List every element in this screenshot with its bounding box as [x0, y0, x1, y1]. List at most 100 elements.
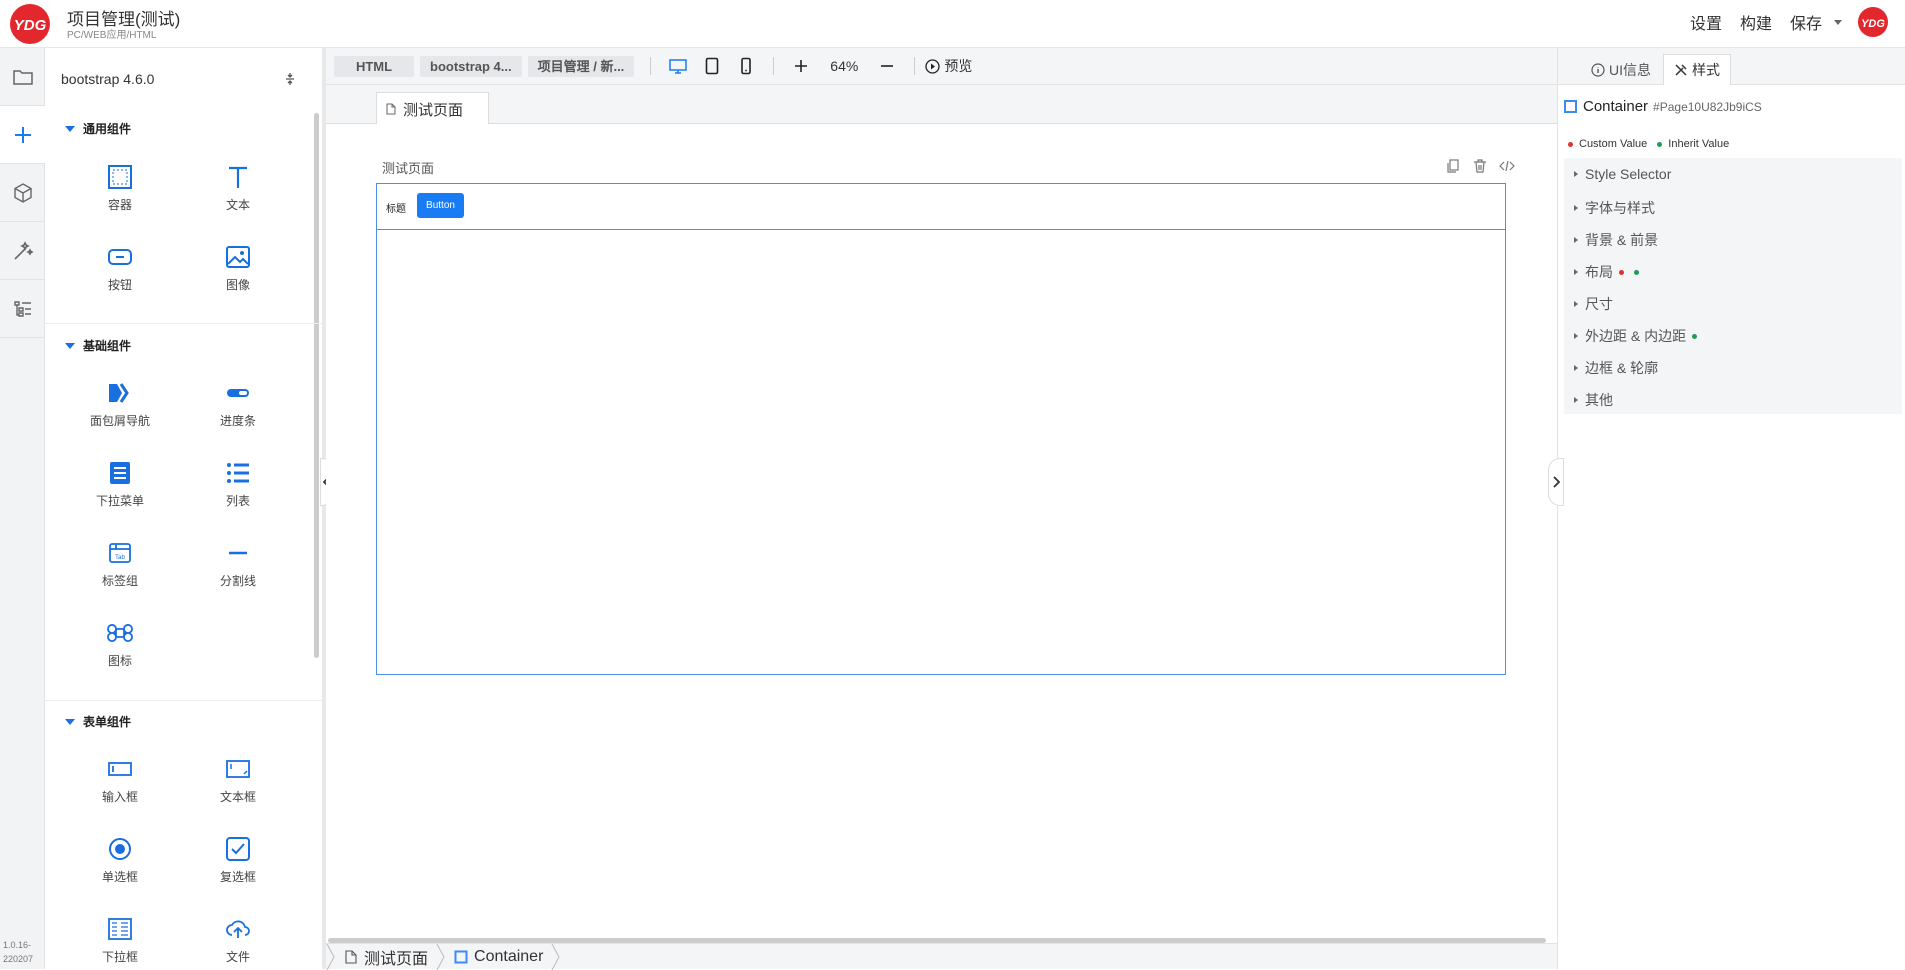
collapse-right-panel[interactable]	[1548, 458, 1564, 506]
component-file[interactable]: 文件	[183, 916, 293, 966]
path-element-label: Container	[474, 947, 544, 965]
preview-button[interactable]: 预览	[925, 56, 972, 76]
crumb-project[interactable]: 项目管理 / 新...	[527, 55, 635, 77]
section-spacing[interactable]: 外边距 & 内边距	[1574, 326, 1703, 346]
settings-button[interactable]: 设置	[1690, 10, 1722, 34]
mobile-view-button[interactable]	[736, 56, 756, 76]
section-background[interactable]: 背景 & 前景	[1574, 230, 1658, 250]
component-tabs[interactable]: Tab 标签组	[65, 540, 175, 590]
save-dropdown-caret-icon[interactable]	[1834, 19, 1842, 25]
section-font[interactable]: 字体与样式	[1574, 198, 1655, 218]
path-chevron-icon	[326, 943, 335, 970]
component-progress[interactable]: 进度条	[183, 380, 293, 430]
trash-icon[interactable]	[1472, 158, 1488, 174]
component-divider[interactable]: 分割线	[183, 540, 293, 590]
navbar-component[interactable]: 标题 Button	[377, 184, 1505, 230]
custom-value-dot	[1568, 141, 1573, 147]
group-form[interactable]: 表单组件	[65, 713, 131, 730]
crumb-framework[interactable]: bootstrap 4...	[420, 55, 522, 77]
rail-add-component[interactable]	[0, 106, 45, 164]
save-button[interactable]: 保存	[1790, 10, 1822, 34]
left-rail: 1.0.16- 220207	[0, 48, 45, 969]
navbar-button[interactable]: Button	[417, 193, 464, 218]
component-breadcrumb[interactable]: 面包屑导航	[65, 380, 175, 430]
version-line1: 1.0.16-	[3, 940, 32, 950]
group-title: 基础组件	[83, 339, 132, 353]
magic-wand-icon	[13, 240, 34, 260]
section-border[interactable]: 边框 & 轮廓	[1574, 358, 1658, 378]
custom-value-dot	[1619, 269, 1624, 275]
collapse-all-icon[interactable]	[281, 70, 299, 88]
component-image[interactable]: 图像	[183, 244, 293, 294]
value-legend: Custom Value Inherit Value	[1568, 138, 1729, 150]
copy-icon[interactable]	[1445, 158, 1461, 174]
section-style-selector[interactable]: Style Selector	[1574, 166, 1671, 182]
inspector-tabs: UI信息 样式	[1558, 48, 1905, 85]
checkbox-icon	[226, 837, 250, 861]
group-title: 表单组件	[83, 715, 132, 729]
component-label: 按钮	[107, 278, 132, 292]
component-list[interactable]: 列表	[183, 460, 293, 510]
section-layout[interactable]: 布局	[1574, 262, 1645, 282]
path-container[interactable]: Container	[446, 948, 551, 966]
component-text[interactable]: 文本	[183, 164, 293, 214]
input-icon	[108, 762, 132, 776]
style-sections: Style Selector 字体与样式 背景 & 前景 布局 尺寸 外边距 &…	[1564, 158, 1902, 414]
user-avatar[interactable]: YDG	[1858, 7, 1888, 37]
version-line2: 220207	[3, 954, 34, 964]
selected-container[interactable]: 标题 Button	[376, 183, 1506, 675]
component-container[interactable]: 容器	[65, 164, 175, 214]
tab-ui-info[interactable]: UI信息	[1581, 54, 1661, 85]
expand-arrow-icon	[1574, 333, 1578, 339]
expand-triangle-icon	[65, 125, 75, 132]
component-label: 下拉框	[101, 950, 138, 964]
code-icon[interactable]	[1499, 158, 1515, 174]
component-dropdown[interactable]: 下拉菜单	[65, 460, 175, 510]
rail-tools[interactable]	[0, 222, 45, 280]
file-icon	[386, 103, 396, 115]
navbar-title[interactable]: 标题	[386, 200, 406, 215]
section-label: 外边距 & 内边距	[1585, 328, 1687, 344]
plus-icon	[795, 60, 808, 72]
section-other[interactable]: 其他	[1574, 390, 1613, 410]
component-textarea[interactable]: 文本框	[183, 756, 293, 806]
group-basic[interactable]: 基础组件	[65, 337, 131, 354]
file-icon	[345, 949, 357, 964]
component-label: 下拉菜单	[95, 494, 144, 508]
group-general[interactable]: 通用组件	[65, 120, 131, 137]
tab-label: UI信息	[1609, 61, 1651, 78]
tablet-view-button[interactable]	[702, 56, 722, 76]
container-icon	[454, 950, 468, 963]
svg-text:YDG: YDG	[14, 17, 47, 34]
component-select[interactable]: 下拉框	[65, 916, 175, 966]
minus-icon	[881, 65, 894, 67]
build-button[interactable]: 构建	[1740, 10, 1772, 34]
component-label: 标签组	[101, 574, 138, 588]
component-icon[interactable]: 图标	[65, 620, 175, 670]
desktop-view-button[interactable]	[668, 56, 688, 76]
top-bar: YDG 项目管理(测试) PC/WEB应用/HTML 设置 构建 保存 YDG	[0, 0, 1905, 48]
component-panel-scrollbar[interactable]	[314, 113, 319, 658]
section-size[interactable]: 尺寸	[1574, 294, 1613, 314]
tab-label: 样式	[1692, 62, 1720, 78]
rail-files[interactable]	[0, 48, 45, 106]
selected-element-id: #Page10U82Jb9iCS	[1653, 99, 1762, 114]
mobile-icon	[741, 57, 752, 75]
select-icon	[108, 918, 132, 940]
play-circle-icon	[925, 58, 940, 74]
component-input[interactable]: 输入框	[65, 756, 175, 806]
path-page[interactable]: 测试页面	[336, 945, 436, 969]
tab-test-page[interactable]: 测试页面	[376, 92, 489, 125]
component-radio[interactable]: 单选框	[65, 836, 175, 886]
component-checkbox[interactable]: 复选框	[183, 836, 293, 886]
divider-icon	[229, 551, 247, 555]
component-button[interactable]: 按钮	[65, 244, 175, 294]
crumb-html[interactable]: HTML	[334, 55, 414, 77]
zoom-in-button[interactable]	[791, 56, 811, 76]
rail-outline[interactable]	[0, 280, 45, 338]
section-label: 其他	[1585, 392, 1613, 408]
zoom-out-button[interactable]	[877, 56, 897, 76]
tab-style[interactable]: 样式	[1663, 54, 1731, 85]
rail-packages[interactable]	[0, 164, 45, 222]
app-logo[interactable]: YDG	[10, 4, 50, 44]
